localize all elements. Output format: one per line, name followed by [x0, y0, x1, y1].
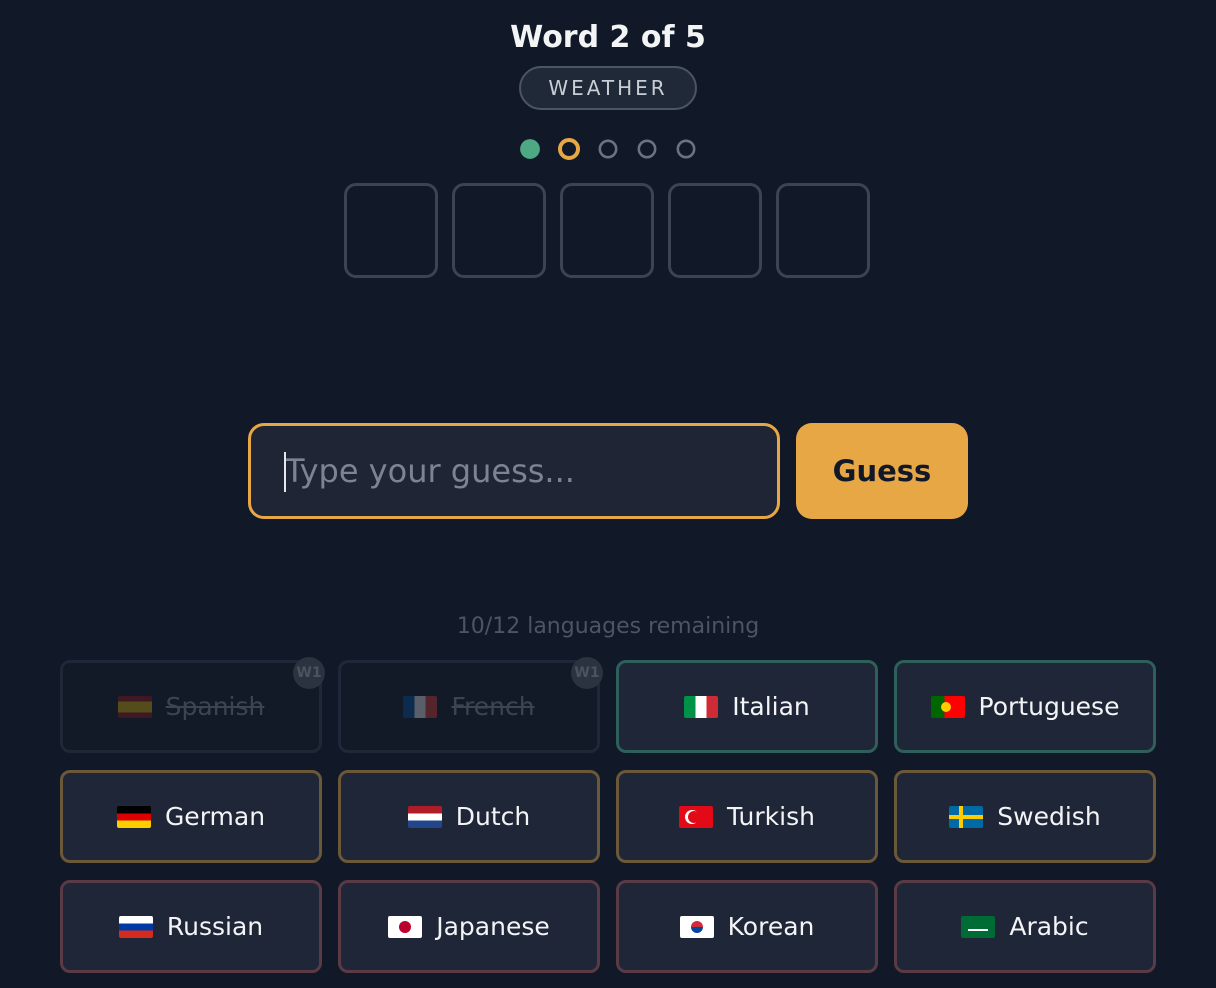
text-cursor	[284, 452, 286, 492]
word-badge: W1	[571, 657, 603, 689]
russia-flag-icon	[118, 915, 153, 938]
language-button-arabic[interactable]: Arabic	[894, 880, 1156, 973]
language-label: Portuguese	[978, 692, 1120, 721]
language-button-turkish[interactable]: Turkish	[616, 770, 878, 863]
guess-button[interactable]: Guess	[796, 423, 968, 519]
language-button-korean[interactable]: Korean	[616, 880, 878, 973]
france-flag-icon	[403, 695, 438, 718]
language-button-swedish[interactable]: Swedish	[894, 770, 1156, 863]
turkey-flag-icon	[679, 805, 714, 828]
letter-slot	[776, 183, 870, 278]
letter-slot	[344, 183, 438, 278]
category-badge: WEATHER	[519, 66, 697, 110]
progress-dot-3	[598, 139, 618, 159]
language-label: Korean	[727, 912, 815, 941]
spain-flag-icon	[117, 695, 152, 718]
language-label: Dutch	[455, 802, 531, 831]
italy-flag-icon	[684, 695, 719, 718]
language-label: German	[164, 802, 266, 831]
language-label: Spanish	[165, 692, 265, 721]
language-label: Turkish	[727, 802, 815, 831]
japan-flag-icon	[388, 915, 423, 938]
saudi-arabia-flag-icon	[961, 915, 996, 938]
language-grid: Spanish W1 French W1 Italian Portuguese …	[60, 657, 1156, 973]
guess-input[interactable]	[248, 423, 780, 519]
language-button-italian[interactable]: Italian	[616, 660, 878, 753]
language-button-dutch[interactable]: Dutch	[338, 770, 600, 863]
language-button-spanish[interactable]: Spanish W1	[60, 657, 325, 753]
letter-slot	[560, 183, 654, 278]
language-label: Russian	[166, 912, 264, 941]
letter-slot	[668, 183, 762, 278]
germany-flag-icon	[116, 805, 151, 828]
progress-dots	[519, 138, 697, 160]
language-label: Swedish	[997, 802, 1101, 831]
progress-dot-5	[676, 139, 696, 159]
language-button-japanese[interactable]: Japanese	[338, 880, 600, 973]
answer-slots	[344, 183, 870, 278]
south-korea-flag-icon	[679, 915, 714, 938]
language-button-portuguese[interactable]: Portuguese	[894, 660, 1156, 753]
language-label: Japanese	[436, 912, 550, 941]
progress-dot-1	[520, 139, 540, 159]
language-label: Italian	[732, 692, 810, 721]
letter-slot	[452, 183, 546, 278]
language-button-russian[interactable]: Russian	[60, 880, 322, 973]
netherlands-flag-icon	[407, 805, 442, 828]
word-badge: W1	[293, 657, 325, 689]
languages-remaining-text: 10/12 languages remaining	[456, 614, 760, 639]
language-button-german[interactable]: German	[60, 770, 322, 863]
portugal-flag-icon	[930, 695, 965, 718]
language-button-french[interactable]: French W1	[338, 657, 603, 753]
language-label: French	[451, 692, 535, 721]
language-label: Arabic	[1009, 912, 1089, 941]
word-progress-title: Word 2 of 5	[510, 20, 706, 55]
sweden-flag-icon	[949, 805, 984, 828]
progress-dot-4	[637, 139, 657, 159]
progress-dot-2	[558, 138, 580, 160]
